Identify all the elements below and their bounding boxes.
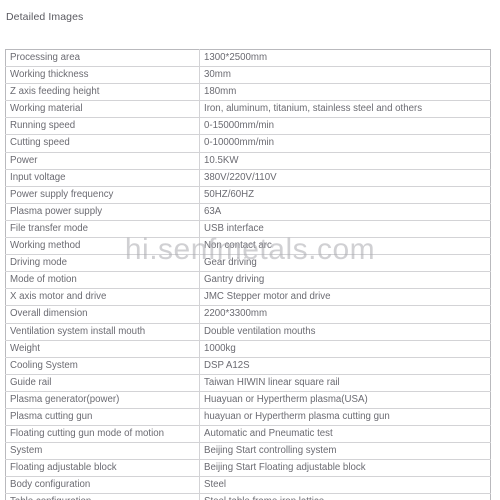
spec-label-cell: Ventilation system install mouth (5, 322, 200, 341)
spec-label-cell: Cutting speed (5, 134, 200, 153)
spec-label-cell: Working method (5, 237, 200, 256)
spec-label-cell: Plasma cutting gun (5, 407, 200, 427)
spec-value-cell: JMC Stepper motor and drive (199, 288, 491, 307)
table-row: File transfer mode USB interface (5, 219, 491, 239)
table-row: Power supply frequency 50HZ/60HZ (5, 185, 491, 204)
spec-value-cell: 0-15000mm/min (199, 117, 491, 136)
table-row: Weight 1000kg (5, 339, 491, 358)
spec-value-cell: 63A (199, 202, 491, 221)
table-row: X axis motor and drive JMC Stepper motor … (5, 288, 491, 307)
specification-table-container: Processing area 1300*2500mm Working thickn… (5, 49, 491, 500)
spec-label-cell: Mode of motion (5, 271, 200, 290)
spec-value-cell: 2200*3300mm (199, 305, 491, 324)
spec-label-cell: System (5, 442, 200, 461)
table-row: Cooling System DSP A12S (5, 356, 491, 375)
table-row: System Beijing Start controlling system (5, 442, 491, 461)
spec-value-cell: 50HZ/60HZ (199, 185, 491, 204)
spec-label-cell: Working material (5, 100, 200, 119)
spec-value-cell: 180mm (199, 83, 491, 102)
table-row: Mode of motion Gantry driving (5, 271, 491, 290)
spec-value-cell: Beijing Start Floating adjustable block (199, 459, 491, 478)
spec-label-cell: Power supply frequency (5, 185, 200, 204)
spec-value-cell: 1000kg (199, 339, 491, 358)
spec-value-cell: Gear driving (199, 254, 491, 273)
spec-value-cell: USB interface (199, 219, 491, 239)
table-row: Working method Non contact arc (5, 237, 491, 256)
table-row: Ventilation system install mouth Double v… (5, 322, 491, 341)
product-detail-page: Detailed Images Processing area 1300*2500… (0, 0, 500, 500)
spec-label-cell: Cooling System (5, 356, 200, 375)
table-row: Table configurationSteel table frame iro… (5, 493, 491, 500)
table-row: Body configuration Steel (5, 476, 491, 495)
spec-label-cell: Overall dimension (5, 305, 200, 324)
page-title: Detailed Images (6, 11, 84, 23)
spec-label-cell: Body configuration (5, 476, 200, 495)
table-row: Running speed 0-15000mm/min (5, 117, 491, 136)
table-row: Plasma cutting gun huayuan or Hypertherm … (5, 407, 491, 427)
spec-label-cell: Floating adjustable block (5, 459, 200, 478)
spec-value-cell: Huayuan or Hypertherm plasma(USA) (199, 390, 491, 409)
table-row: Floating adjustable block Beijing Start F… (5, 459, 491, 478)
spec-label-cell: Driving mode (5, 254, 200, 273)
spec-value-cell: 380V/220V/110V (199, 168, 491, 187)
table-row: Power 10.5KW (5, 151, 491, 170)
spec-value-cell: 0-10000mm/min (199, 134, 491, 153)
spec-value-cell: 1300*2500mm (199, 49, 491, 68)
spec-value-cell: DSP A12S (199, 356, 491, 375)
spec-label-cell: Z axis feeding height (5, 83, 200, 102)
spec-label-cell: Input voltage (5, 168, 200, 187)
spec-value-cell: huayuan or Hypertherm plasma cutting gun (199, 407, 491, 427)
table-row: Cutting speed 0-10000mm/min (5, 134, 491, 153)
spec-label-cell: Plasma power supply (5, 202, 200, 221)
spec-value-cell: Steel (199, 476, 491, 495)
spec-label-cell: Plasma generator(power) (5, 390, 200, 409)
spec-label-cell: X axis motor and drive (5, 288, 200, 307)
spec-value-cell: Automatic and Pneumatic test (199, 425, 491, 444)
table-row: Guide rail Taiwan HIWIN linear square rai… (5, 373, 491, 392)
spec-label-cell: Guide rail (5, 373, 200, 392)
spec-label-cell: Weight (5, 339, 200, 358)
table-row: Z axis feeding height 180mm (5, 83, 491, 102)
table-row: Working material Iron, aluminum, titanium… (5, 100, 491, 119)
spec-label-cell: Floating cutting gun mode of motion (5, 425, 200, 444)
spec-label-cell: Table configuration (5, 493, 200, 500)
spec-value-cell: Gantry driving (199, 271, 491, 290)
spec-value-cell: Iron, aluminum, titanium, stainless stee… (199, 100, 491, 119)
table-row: Floating cutting gun mode of motion Autom… (5, 425, 491, 444)
spec-label-cell: File transfer mode (5, 219, 200, 239)
table-row: Overall dimension 2200*3300mm (5, 305, 491, 324)
spec-value-cell: Taiwan HIWIN linear square rail (199, 373, 491, 392)
table-row: Driving mode Gear driving (5, 254, 491, 273)
spec-label-cell: Running speed (5, 117, 200, 136)
spec-label-cell: Working thickness (5, 66, 200, 85)
spec-value-cell: Non contact arc (199, 237, 491, 256)
spec-label-cell: Processing area (5, 49, 200, 68)
spec-value-cell: 10.5KW (199, 151, 491, 170)
spec-label-cell: Power (5, 151, 200, 170)
table-row: Plasma generator(power) Huayuan or Hypert… (5, 390, 491, 409)
table-row: Input voltage 380V/220V/110V (5, 168, 491, 187)
spec-value-cell: Double ventilation mouths (199, 322, 491, 341)
specification-table-body: Processing area 1300*2500mm Working thickn… (5, 49, 491, 500)
spec-value-cell: 30mm (199, 66, 491, 85)
table-row: Working thickness 30mm (5, 66, 491, 85)
spec-value-cell: Beijing Start controlling system (199, 442, 491, 461)
table-row: Plasma power supply 63A (5, 202, 491, 221)
specification-table: Processing area 1300*2500mm Working thickn… (5, 49, 491, 500)
spec-value-cell: Steel table frame iron lattice (199, 493, 491, 500)
table-row: Processing area 1300*2500mm (5, 49, 491, 68)
